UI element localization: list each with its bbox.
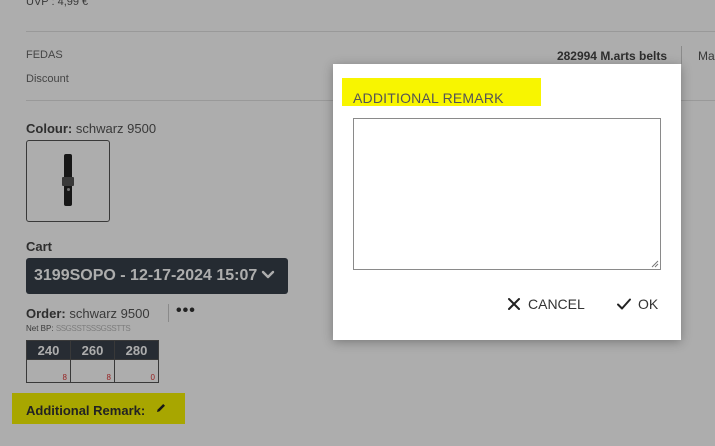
dialog-title: ADDITIONAL REMARK bbox=[353, 90, 504, 106]
cancel-label: CANCEL bbox=[528, 296, 585, 312]
check-icon bbox=[617, 298, 631, 310]
ok-button[interactable]: OK bbox=[616, 294, 658, 314]
resize-grip-icon[interactable] bbox=[650, 259, 659, 268]
additional-remark-dialog: ADDITIONAL REMARK CANCEL OK bbox=[333, 64, 681, 340]
remark-textarea[interactable] bbox=[353, 118, 661, 270]
cancel-button[interactable]: CANCEL bbox=[506, 294, 585, 314]
ok-label: OK bbox=[638, 296, 659, 312]
close-icon bbox=[508, 298, 520, 310]
